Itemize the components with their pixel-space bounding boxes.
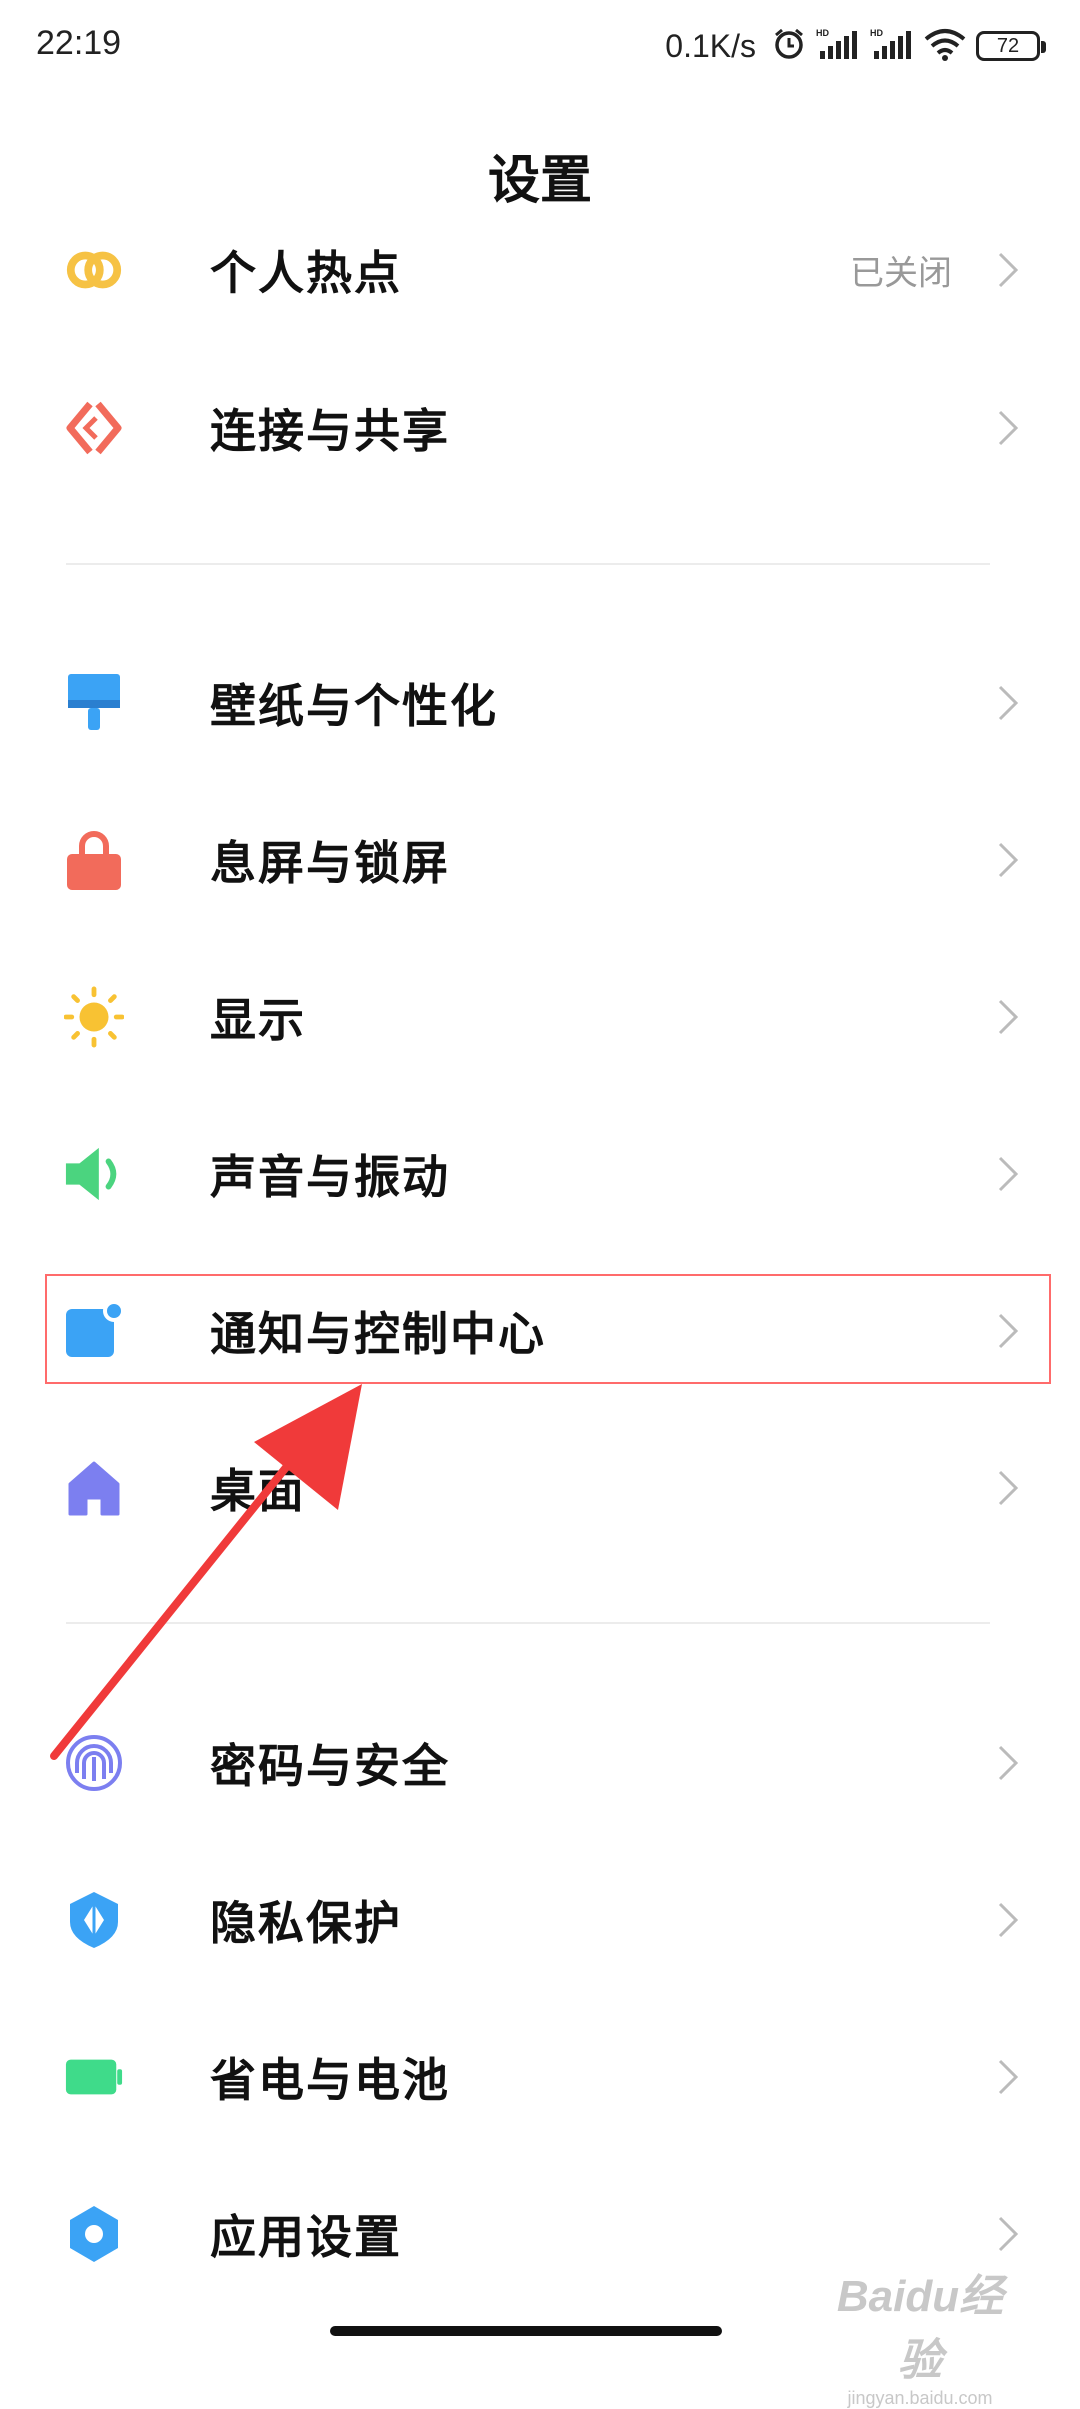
chevron-right-icon <box>998 1470 1019 1506</box>
svg-text:HD: HD <box>816 28 829 38</box>
section-divider <box>66 563 990 565</box>
settings-item-label: 声音与振动 <box>210 1151 450 1203</box>
watermark-logo: Baidu经验 <box>836 2272 1004 2385</box>
speaker-icon <box>64 1144 124 1204</box>
settings-item-label: 壁纸与个性化 <box>210 680 498 732</box>
chevron-right-icon <box>998 2059 1019 2095</box>
watermark: Baidu经验 jingyan.baidu.com <box>820 2260 1020 2408</box>
svg-text:HD: HD <box>870 28 883 38</box>
chevron-right-icon <box>998 685 1019 721</box>
highlight-box <box>45 1274 1051 1384</box>
gesture-home-bar[interactable] <box>330 2326 722 2336</box>
settings-item-battery[interactable]: 省电与电池 <box>0 1999 1080 2155</box>
settings-item-hotspot[interactable]: 个人热点 已关闭 <box>0 192 1080 348</box>
sun-icon <box>64 986 124 1048</box>
watermark-url: jingyan.baidu.com <box>847 2388 993 2408</box>
status-time: 22:19 <box>36 24 122 62</box>
settings-item-label: 隐私保护 <box>210 1897 402 1949</box>
network-speed: 0.1K/s <box>665 27 756 64</box>
status-icons: 0.1K/s HD HD 72 <box>665 22 1046 70</box>
settings-item-label: 显示 <box>210 994 306 1046</box>
settings-item-label: 省电与电池 <box>210 2054 450 2106</box>
settings-item-wallpaper[interactable]: 壁纸与个性化 <box>0 625 1080 781</box>
chevron-right-icon <box>998 252 1019 288</box>
chevron-right-icon <box>998 1745 1019 1781</box>
connection-share-icon <box>64 398 124 458</box>
chevron-right-icon <box>998 410 1019 446</box>
settings-item-connection-share[interactable]: 连接与共享 <box>0 350 1080 506</box>
battery-icon: 72 <box>976 31 1046 61</box>
chevron-right-icon <box>998 1156 1019 1192</box>
hotspot-icon <box>64 240 124 300</box>
hotspot-status: 已关闭 <box>850 254 952 293</box>
alarm-icon <box>772 27 806 66</box>
chevron-right-icon <box>998 1902 1019 1938</box>
chevron-right-icon <box>998 2216 1019 2252</box>
chevron-right-icon <box>998 842 1019 878</box>
privacy-shield-icon <box>64 1890 124 1950</box>
wifi-icon <box>924 27 966 66</box>
settings-item-label: 连接与共享 <box>210 405 450 457</box>
settings-item-sound[interactable]: 声音与振动 <box>0 1096 1080 1252</box>
settings-item-label: 息屏与锁屏 <box>210 837 450 889</box>
settings-item-lock-screen[interactable]: 息屏与锁屏 <box>0 782 1080 938</box>
chevron-right-icon <box>998 999 1019 1035</box>
signal-hd-icon: HD <box>816 27 860 66</box>
battery-icon <box>64 2047 124 2107</box>
settings-item-label: 应用设置 <box>210 2211 402 2263</box>
annotation-arrow <box>50 1384 362 1760</box>
signal-hd-icon: HD <box>870 27 914 66</box>
gear-icon <box>64 2204 124 2264</box>
battery-level: 72 <box>996 34 1020 57</box>
wallpaper-brush-icon <box>64 673 124 733</box>
settings-item-privacy[interactable]: 隐私保护 <box>0 1842 1080 1998</box>
settings-item-label: 个人热点 <box>210 247 402 299</box>
lock-icon <box>64 830 124 890</box>
status-bar: 22:19 0.1K/s HD HD 72 <box>0 0 1080 96</box>
settings-item-display[interactable]: 显示 <box>0 939 1080 1095</box>
